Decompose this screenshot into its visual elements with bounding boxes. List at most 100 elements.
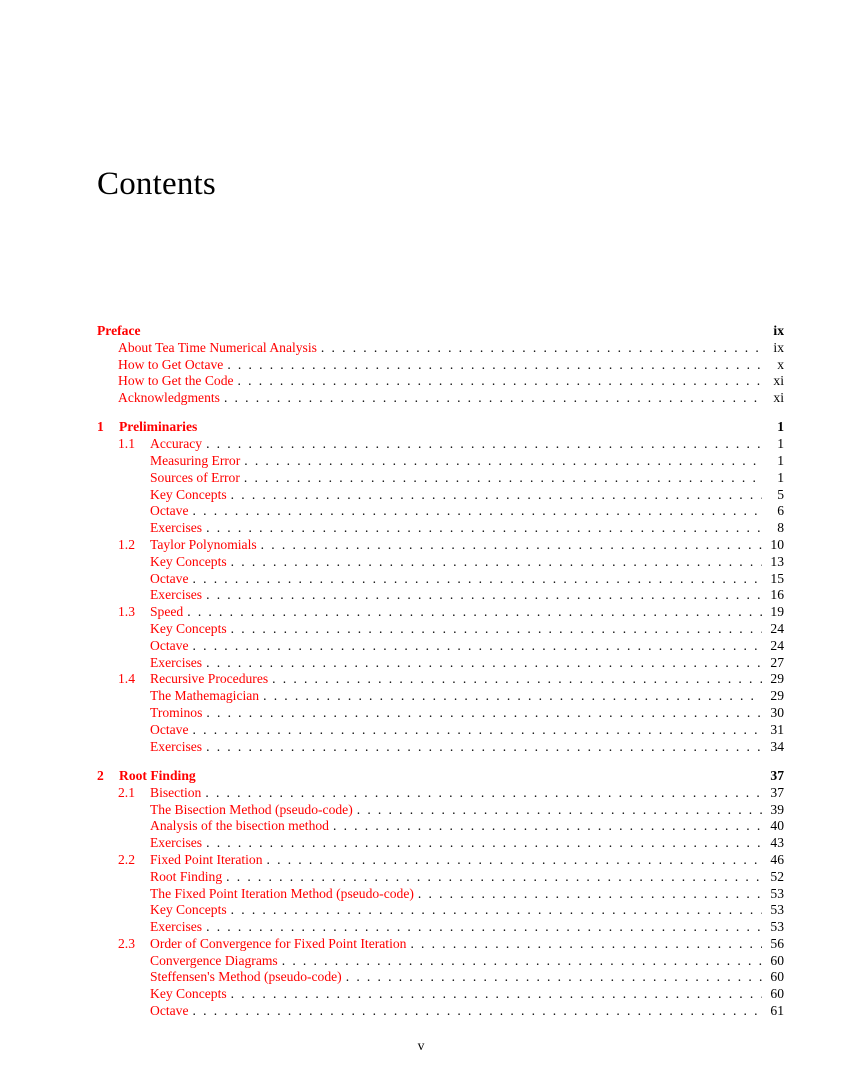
subsection-title[interactable]: Key Concepts [150, 554, 227, 571]
toc-subsection[interactable]: The Fixed Point Iteration Method (pseudo… [97, 886, 784, 903]
subsection-title[interactable]: Exercises [150, 587, 202, 604]
toc-entry-label[interactable]: Acknowledgments [118, 390, 220, 407]
toc-page-number: 1 [777, 469, 784, 485]
toc-subsection[interactable]: Measuring Error 1 [97, 453, 784, 470]
subsection-title[interactable]: Exercises [150, 835, 202, 852]
toc-entry-label[interactable]: About Tea Time Numerical Analysis [118, 340, 317, 357]
subsection-title[interactable]: Exercises [150, 919, 202, 936]
subsection-title[interactable]: Steffensen's Method (pseudo-code) [150, 969, 342, 986]
subsection-title[interactable]: Root Finding [150, 869, 222, 886]
toc-subsection[interactable]: Exercises 53 [97, 919, 784, 936]
dot-leader [267, 852, 762, 869]
toc-subsection[interactable]: Octave 6 [97, 503, 784, 520]
chapter-title[interactable]: Root Finding [119, 768, 196, 785]
toc-subsection[interactable]: Key Concepts 53 [97, 902, 784, 919]
section-number[interactable]: 1.1 [118, 436, 150, 453]
toc-section[interactable]: 2.2Fixed Point Iteration 46 [97, 852, 784, 869]
section-number[interactable]: 2.3 [118, 936, 150, 953]
chapter-title[interactable]: Preliminaries [119, 419, 197, 436]
toc-preface[interactable]: Preface ix [97, 323, 784, 340]
subsection-title[interactable]: The Mathemagician [150, 688, 259, 705]
dot-leader [418, 886, 762, 903]
subsection-title[interactable]: Octave [150, 722, 189, 739]
toc-subsection[interactable]: Exercises 34 [97, 739, 784, 756]
toc-subsection[interactable]: The Mathemagician 29 [97, 688, 784, 705]
toc-page-number: 56 [770, 935, 784, 951]
toc-subsection[interactable]: Key Concepts 24 [97, 621, 784, 638]
toc-section[interactable]: 1.3Speed 19 [97, 604, 784, 621]
section-title[interactable]: Speed [150, 604, 183, 621]
toc-subsection[interactable]: Trominos 30 [97, 705, 784, 722]
subsection-title[interactable]: Measuring Error [150, 453, 240, 470]
subsection-title[interactable]: Exercises [150, 520, 202, 537]
subsection-title[interactable]: Key Concepts [150, 487, 227, 504]
section-title[interactable]: Accuracy [150, 436, 202, 453]
dot-leader [205, 785, 762, 802]
toc-subsection[interactable]: Octave 61 [97, 1003, 784, 1020]
toc-preface-label[interactable]: Preface [97, 323, 141, 340]
subsection-title[interactable]: Octave [150, 638, 189, 655]
subsection-title[interactable]: Convergence Diagrams [150, 953, 278, 970]
subsection-title[interactable]: Octave [150, 503, 189, 520]
toc-subsection[interactable]: Exercises 27 [97, 655, 784, 672]
section-title[interactable]: Fixed Point Iteration [150, 852, 263, 869]
toc-entry[interactable]: How to Get Octave x [97, 357, 784, 374]
toc-entry[interactable]: How to Get the Code xi [97, 373, 784, 390]
toc-subsection[interactable]: Analysis of the bisection method 40 [97, 818, 784, 835]
section-title[interactable]: Recursive Procedures [150, 671, 268, 688]
toc-subsection[interactable]: Key Concepts 13 [97, 554, 784, 571]
toc-section[interactable]: 1.2Taylor Polynomials 10 [97, 537, 784, 554]
toc-section[interactable]: 2.1Bisection 37 [97, 785, 784, 802]
subsection-title[interactable]: Key Concepts [150, 902, 227, 919]
subsection-title[interactable]: Exercises [150, 739, 202, 756]
section-number[interactable]: 2.1 [118, 785, 150, 802]
toc-entry[interactable]: About Tea Time Numerical Analysis ix [97, 340, 784, 357]
toc-subsection[interactable]: Exercises 8 [97, 520, 784, 537]
toc-subsection[interactable]: Exercises 43 [97, 835, 784, 852]
subsection-title[interactable]: Trominos [150, 705, 202, 722]
dot-leader [357, 802, 762, 819]
toc-section[interactable]: 1.1Accuracy 1 [97, 436, 784, 453]
toc-entry[interactable]: Acknowledgments xi [97, 390, 784, 407]
toc-subsection[interactable]: Root Finding 52 [97, 869, 784, 886]
subsection-title[interactable]: Key Concepts [150, 986, 227, 1003]
subsection-title[interactable]: Key Concepts [150, 621, 227, 638]
toc-subsection[interactable]: Octave 31 [97, 722, 784, 739]
toc-subsection[interactable]: Key Concepts 60 [97, 986, 784, 1003]
subsection-title[interactable]: The Bisection Method (pseudo-code) [150, 802, 353, 819]
toc-page-number: 1 [777, 419, 784, 435]
toc-subsection[interactable]: Steffensen's Method (pseudo-code) 60 [97, 969, 784, 986]
toc-subsection[interactable]: Octave 15 [97, 571, 784, 588]
chapter-gap [97, 755, 784, 768]
toc-section[interactable]: 2.3 Order of Convergence for Fixed Point … [97, 936, 784, 953]
toc-subsection[interactable]: Octave 24 [97, 638, 784, 655]
subsection-title[interactable]: Sources of Error [150, 470, 240, 487]
section-title[interactable]: Taylor Polynomials [150, 537, 257, 554]
section-number[interactable]: 2.2 [118, 852, 150, 869]
subsection-title[interactable]: The Fixed Point Iteration Method (pseudo… [150, 886, 414, 903]
toc-section[interactable]: 1.4Recursive Procedures 29 [97, 671, 784, 688]
section-number[interactable]: 1.3 [118, 604, 150, 621]
dot-leader [238, 373, 762, 390]
subsection-title[interactable]: Octave [150, 571, 189, 588]
section-title[interactable]: Bisection [150, 785, 201, 802]
toc-subsection[interactable]: Key Concepts 5 [97, 487, 784, 504]
toc-entry-label[interactable]: How to Get Octave [118, 357, 223, 374]
toc-page-number: 6 [777, 503, 784, 519]
subsection-title[interactable]: Analysis of the bisection method [150, 818, 329, 835]
toc-chapter[interactable]: 1 Preliminaries 1 [97, 419, 784, 436]
toc-subsection[interactable]: The Bisection Method (pseudo-code) 39 [97, 802, 784, 819]
chapter-number[interactable]: 1 [97, 419, 119, 436]
section-number[interactable]: 1.2 [118, 537, 150, 554]
dot-leader [272, 671, 762, 688]
toc-subsection[interactable]: Exercises 16 [97, 587, 784, 604]
toc-subsection[interactable]: Sources of Error 1 [97, 470, 784, 487]
toc-subsection[interactable]: Convergence Diagrams 60 [97, 953, 784, 970]
subsection-title[interactable]: Exercises [150, 655, 202, 672]
subsection-title[interactable]: Octave [150, 1003, 189, 1020]
section-title[interactable]: Order of Convergence for Fixed Point Ite… [150, 936, 406, 953]
section-number[interactable]: 1.4 [118, 671, 150, 688]
toc-chapter[interactable]: 2 Root Finding 37 [97, 768, 784, 785]
chapter-number[interactable]: 2 [97, 768, 119, 785]
toc-entry-label[interactable]: How to Get the Code [118, 373, 234, 390]
